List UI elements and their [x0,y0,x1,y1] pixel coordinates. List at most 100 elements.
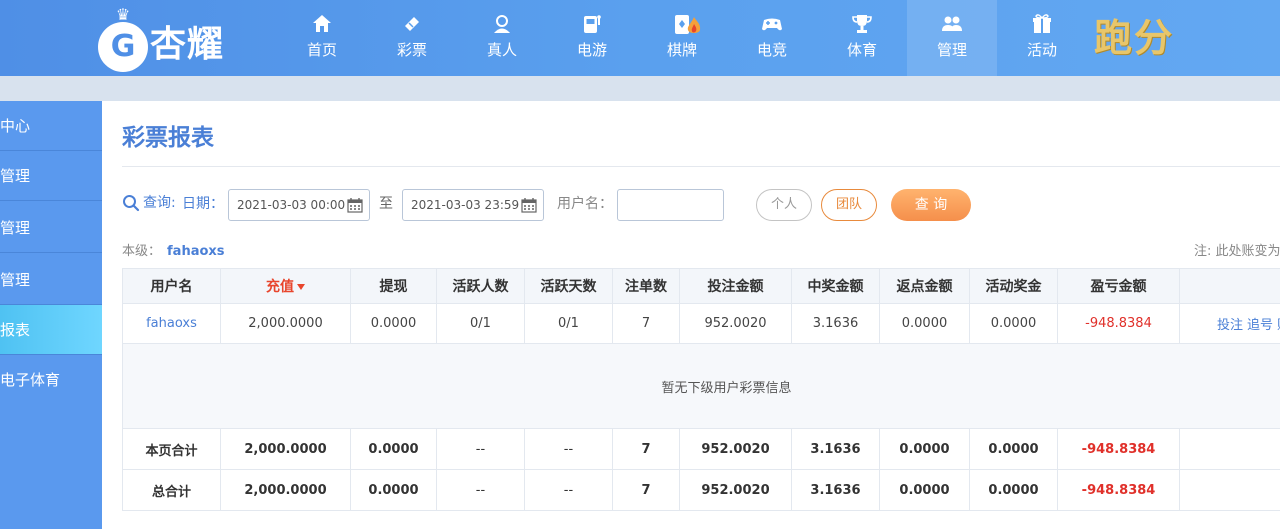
total-label: 总合计 [122,469,221,511]
end-date-value: 2021-03-03 23:59 [411,198,520,212]
total-cell: -- [524,428,613,470]
table-cell: 0/1 [524,303,613,344]
total-cell: 952.0020 [679,469,792,511]
total-cell-profit: -948.8384 [1057,469,1180,511]
bets-link[interactable]: 投注 [1217,318,1243,333]
col-header: 中奖金额 [791,268,880,304]
query-button[interactable]: 查 询 [891,189,971,221]
search-icon [123,195,140,212]
total-cell: 0.0000 [350,469,437,511]
nav-label: 首页 [306,41,337,59]
sidebar-item-center[interactable]: 中心 [0,101,102,151]
sub-header-band [0,76,1280,101]
table-cell: 0.0000 [879,303,970,344]
col-header: 活动奖金 [969,268,1058,304]
total-cell: -- [1179,428,1280,470]
chase-link[interactable]: 追号 [1247,318,1273,333]
username-label: 用户名： [557,196,613,212]
ticket-icon [405,17,419,31]
total-cell: 0.0000 [879,469,970,511]
page-title: 彩票报表 [122,125,214,151]
gamepad-icon [762,18,782,31]
total-cell: 3.1636 [791,428,880,470]
grand-total-row: 总合计 2,000.0000 0.0000 -- -- 7 952.0020 3… [122,469,1280,511]
nav-label: 活动 [1026,41,1057,59]
table-cell: 2,000.0000 [220,303,351,344]
nav-item-esports[interactable]: 电竞 [727,0,817,76]
nav-item-home[interactable]: 首页 [277,0,367,76]
team-toggle[interactable]: 团队 [821,189,877,221]
nav-item-sports[interactable]: 体育 [817,0,907,76]
sidebar-item-report[interactable]: 报表 [0,305,102,355]
nav-label: 真人 [486,41,517,59]
nav-item-live[interactable]: 真人 [457,0,547,76]
nav-item-manage[interactable]: 管理 [907,0,997,76]
total-cell: -- [436,428,525,470]
personal-toggle[interactable]: 个人 [756,189,812,221]
date-label: 日期： [182,196,224,212]
total-cell: 0.0000 [969,469,1058,511]
total-cell: 7 [612,469,680,511]
col-header: 提现 [350,268,437,304]
paofen-promo-banner[interactable]: 跑分 [1094,14,1174,62]
empty-row: 暂无下级用户彩票信息 [122,343,1280,429]
sidebar-item-manage-1[interactable]: 管理 [0,151,102,201]
nav-label: 管理 [936,41,967,59]
nav-label: 彩票 [396,41,427,59]
total-cell: -- [524,469,613,511]
slot-machine-icon [584,15,601,33]
to-label: 至 [379,196,393,212]
total-cell: 7 [612,428,680,470]
table-cell: 0.0000 [969,303,1058,344]
nav-item-chess[interactable]: 棋牌 [637,0,727,76]
nav-item-lottery[interactable]: 彩票 [367,0,457,76]
col-header: 活跃人数 [436,268,525,304]
report-table: 用户名 充值 提现 活跃人数 活跃天数 注单数 投注金额 中奖金额 返点金额 活… [122,268,1280,511]
main-panel: 彩票报表 查询: 日期： 2021-03-03 00:00 至 2021-03-… [102,101,1280,529]
total-cell: 0.0000 [879,428,970,470]
table-header-row: 用户名 充值 提现 活跃人数 活跃天数 注单数 投注金额 中奖金额 返点金额 活… [122,268,1280,304]
end-date-input[interactable]: 2021-03-03 23:59 [402,189,544,221]
nav-item-slots[interactable]: 电游 [547,0,637,76]
brand-name: 杏耀 [150,24,225,65]
divider [122,166,1280,167]
gift-icon [1033,14,1051,33]
nav-item-events[interactable]: 活动 [997,0,1087,76]
brand-logo[interactable]: ♛ G 杏耀 [98,4,248,72]
logo-badge: G [98,22,148,72]
table-cell: 7 [612,303,680,344]
sort-desc-icon [297,284,305,290]
table-cell-profit: -948.8384 [1057,303,1180,344]
start-date-input[interactable]: 2021-03-03 00:00 [228,189,370,221]
sidebar-item-esports[interactable]: 电子体育 [0,355,102,405]
table-cell: 3.1636 [791,303,880,344]
username-input[interactable] [617,189,724,221]
col-header-recharge-sorted[interactable]: 充值 [220,268,351,304]
total-cell: 2,000.0000 [220,469,351,511]
nav-label: 电游 [576,41,607,59]
calendar-icon[interactable] [347,197,363,213]
table-cell: 0.0000 [350,303,437,344]
table-cell: 952.0020 [679,303,792,344]
username-link[interactable]: fahaoxs [122,303,221,344]
level-label: 本级： [122,244,162,259]
ops-cell: 投注追号账 [1179,303,1280,344]
table-cell: 0/1 [436,303,525,344]
sidebar-item-manage-3[interactable]: 管理 [0,255,102,305]
empty-message: 暂无下级用户彩票信息 [122,343,1280,429]
calendar-icon[interactable] [521,197,537,213]
sidebar-item-manage-2[interactable]: 管理 [0,203,102,253]
total-cell: 2,000.0000 [220,428,351,470]
col-header: 返点金额 [879,268,970,304]
total-cell: 952.0020 [679,428,792,470]
nav-label: 电竞 [756,41,787,59]
level-info: 本级： fahaoxs [122,241,225,263]
col-header: 用户名 [122,268,221,304]
col-header: 活跃天数 [524,268,613,304]
trophy-icon [852,15,872,33]
nav-label: 棋牌 [666,41,697,59]
total-cell: 0.0000 [350,428,437,470]
total-cell: -- [436,469,525,511]
level-user-link[interactable]: fahaoxs [167,244,225,259]
nav-label: 体育 [846,41,877,59]
